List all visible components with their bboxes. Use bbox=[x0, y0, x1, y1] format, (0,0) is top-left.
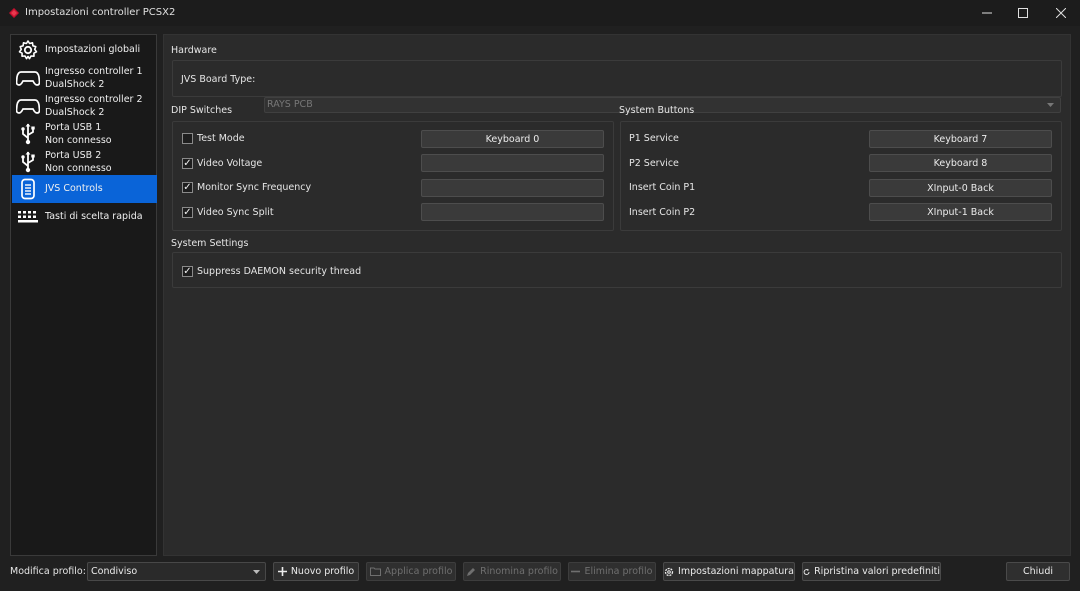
new-profile-button[interactable]: Nuovo profilo bbox=[273, 562, 359, 581]
checkmark-icon: ✓ bbox=[183, 157, 192, 169]
insert-coin-p2-label: Insert Coin P2 bbox=[629, 207, 696, 218]
hardware-group-label: Hardware bbox=[171, 45, 217, 56]
test-mode-checkbox[interactable] bbox=[182, 133, 193, 144]
profile-select[interactable]: Condiviso bbox=[87, 562, 266, 581]
video-voltage-checkbox[interactable]: ✓ bbox=[182, 158, 193, 169]
sidebar-item-sublabel: DualShock 2 bbox=[45, 107, 105, 118]
video-sync-split-binding-button[interactable] bbox=[421, 203, 604, 221]
window-title: Impostazioni controller PCSX2 bbox=[25, 7, 176, 18]
profile-select-value: Condiviso bbox=[91, 566, 138, 577]
profile-toolbar: Modifica profilo: Condiviso Nuovo profil… bbox=[0, 560, 1080, 584]
checkmark-icon: ✓ bbox=[183, 206, 192, 218]
sidebar-item-sublabel: DualShock 2 bbox=[45, 79, 105, 90]
sidebar-item-label: Tasti di scelta rapida bbox=[45, 211, 143, 222]
restore-defaults-button[interactable]: Ripristina valori predefiniti bbox=[802, 562, 941, 581]
usb-icon bbox=[16, 151, 40, 173]
title-bar: Impostazioni controller PCSX2 bbox=[0, 0, 1080, 26]
insert-coin-p2-binding-button[interactable]: XInput-1 Back bbox=[869, 203, 1052, 221]
sidebar-item-hotkeys[interactable]: Tasti di scelta rapida bbox=[12, 203, 157, 231]
apply-profile-button[interactable]: Applica profilo bbox=[366, 562, 456, 581]
sidebar-item-sublabel: Non connesso bbox=[45, 135, 112, 146]
monitor-sync-frequency-label: Monitor Sync Frequency bbox=[197, 182, 312, 193]
monitor-sync-frequency-checkbox[interactable]: ✓ bbox=[182, 182, 193, 193]
sidebar-item-sublabel: Non connesso bbox=[45, 163, 112, 174]
suppress-daemon-label: Suppress DAEMON security thread bbox=[197, 266, 362, 277]
chevron-down-icon bbox=[1047, 103, 1054, 107]
plus-icon bbox=[277, 567, 287, 576]
folder-icon bbox=[369, 567, 381, 576]
close-icon bbox=[1056, 8, 1066, 18]
maximize-button[interactable] bbox=[1004, 0, 1042, 26]
sidebar-item-label: Porta USB 2 bbox=[45, 150, 102, 161]
p1-service-label: P1 Service bbox=[629, 133, 679, 144]
sidebar-item-label: Porta USB 1 bbox=[45, 122, 102, 133]
checkmark-icon: ✓ bbox=[183, 265, 192, 277]
new-profile-label: Nuovo profilo bbox=[290, 566, 355, 577]
hardware-group: JVS Board Type: RAYS PCB bbox=[172, 60, 1062, 113]
sidebar-item-jvs-controls[interactable]: JVS Controls bbox=[12, 175, 157, 203]
sidebar: Impostazioni globali Ingresso controller… bbox=[10, 34, 157, 556]
maximize-icon bbox=[1018, 8, 1028, 18]
keyboard-icon bbox=[16, 206, 40, 228]
system-buttons-group-label: System Buttons bbox=[619, 105, 695, 116]
gear-icon bbox=[16, 39, 40, 61]
gamepad-icon bbox=[16, 67, 40, 89]
p1-service-binding-button[interactable]: Keyboard 7 bbox=[869, 130, 1052, 148]
chevron-down-icon bbox=[253, 570, 260, 574]
arcade-icon bbox=[16, 178, 40, 200]
sidebar-item-controller-2[interactable]: Ingresso controller 2 DualShock 2 bbox=[12, 92, 157, 120]
sidebar-item-global-settings[interactable]: Impostazioni globali bbox=[12, 36, 157, 64]
system-settings-group: ✓ Suppress DAEMON security thread bbox=[172, 252, 1062, 288]
video-voltage-binding-button[interactable] bbox=[421, 154, 604, 172]
rename-profile-button[interactable]: Rinomina profilo bbox=[463, 562, 561, 581]
rename-profile-label: Rinomina profilo bbox=[480, 566, 558, 577]
suppress-daemon-checkbox[interactable]: ✓ bbox=[182, 266, 193, 277]
profile-label: Modifica profilo: bbox=[10, 566, 86, 577]
close-window-button[interactable] bbox=[1042, 0, 1080, 26]
system-settings-group-label: System Settings bbox=[171, 238, 249, 249]
gear-icon bbox=[664, 567, 674, 576]
video-sync-split-label: Video Sync Split bbox=[197, 207, 274, 218]
restore-defaults-label: Ripristina valori predefiniti bbox=[814, 566, 940, 577]
jvs-settings-panel: Hardware JVS Board Type: RAYS PCB DIP Sw… bbox=[163, 34, 1071, 556]
sidebar-item-usb-2[interactable]: Porta USB 2 Non connesso bbox=[12, 148, 157, 176]
sidebar-item-usb-1[interactable]: Porta USB 1 Non connesso bbox=[12, 120, 157, 148]
jvs-board-type-value: RAYS PCB bbox=[267, 99, 313, 110]
sidebar-item-label: Ingresso controller 1 bbox=[45, 66, 143, 77]
mapping-settings-button[interactable]: Impostazioni mappatura bbox=[663, 562, 795, 581]
close-dialog-label: Chiudi bbox=[1023, 566, 1053, 577]
insert-coin-p1-binding-button[interactable]: XInput-0 Back bbox=[869, 179, 1052, 197]
usb-icon bbox=[16, 123, 40, 145]
delete-profile-button[interactable]: Elimina profilo bbox=[568, 562, 656, 581]
sidebar-item-label: Impostazioni globali bbox=[45, 44, 141, 55]
pencil-icon bbox=[467, 567, 476, 576]
minimize-icon bbox=[982, 12, 992, 14]
monitor-sync-frequency-binding-button[interactable] bbox=[421, 179, 604, 197]
refresh-icon bbox=[803, 568, 810, 575]
checkmark-icon: ✓ bbox=[183, 181, 192, 193]
video-voltage-label: Video Voltage bbox=[197, 158, 263, 169]
gamepad-icon bbox=[16, 95, 40, 117]
delete-profile-label: Elimina profilo bbox=[584, 566, 653, 577]
mapping-settings-label: Impostazioni mappatura bbox=[678, 566, 794, 577]
test-mode-binding-button[interactable]: Keyboard 0 bbox=[421, 130, 604, 148]
p2-service-label: P2 Service bbox=[629, 158, 679, 169]
dip-switches-group-label: DIP Switches bbox=[171, 105, 233, 116]
minus-icon bbox=[571, 570, 581, 573]
pcsx2-logo-icon bbox=[9, 8, 19, 18]
p2-service-binding-button[interactable]: Keyboard 8 bbox=[869, 154, 1052, 172]
test-mode-label: Test Mode bbox=[197, 133, 245, 144]
sidebar-item-controller-1[interactable]: Ingresso controller 1 DualShock 2 bbox=[12, 64, 157, 92]
minimize-button[interactable] bbox=[968, 0, 1006, 26]
jvs-board-type-label: JVS Board Type: bbox=[181, 74, 256, 85]
system-buttons-group: P1 Service Keyboard 7 P2 Service Keyboar… bbox=[620, 121, 1062, 231]
insert-coin-p1-label: Insert Coin P1 bbox=[629, 182, 696, 193]
apply-profile-label: Applica profilo bbox=[384, 566, 453, 577]
sidebar-item-label: Ingresso controller 2 bbox=[45, 94, 143, 105]
sidebar-item-label: JVS Controls bbox=[45, 183, 103, 194]
dip-switches-group: Test Mode Keyboard 0 ✓ Video Voltage ✓ M… bbox=[172, 121, 614, 231]
close-dialog-button[interactable]: Chiudi bbox=[1006, 562, 1070, 581]
video-sync-split-checkbox[interactable]: ✓ bbox=[182, 207, 193, 218]
